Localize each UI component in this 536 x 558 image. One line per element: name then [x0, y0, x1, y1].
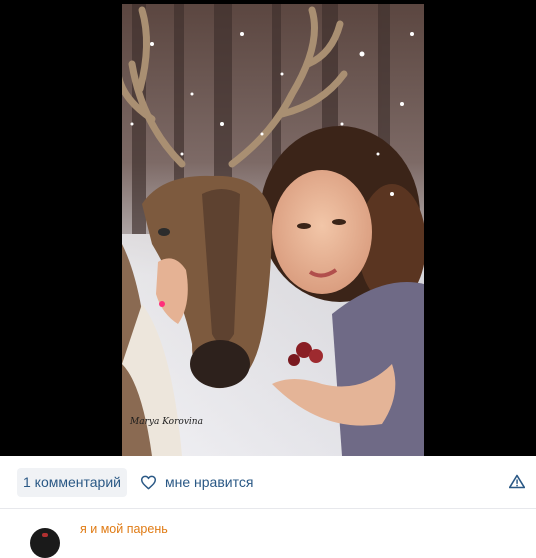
reindeer-photo[interactable]: Marya Korovina — [122, 4, 424, 456]
comment-item: я и мой парень — [0, 509, 536, 558]
like-label: мне нравится — [165, 474, 254, 490]
avatar[interactable] — [30, 528, 60, 558]
photo-viewer: Marya Korovina — [0, 0, 536, 456]
photo-action-bar: 1 комментарий мне нравится — [0, 456, 536, 509]
photo-watermark: Marya Korovina — [129, 417, 203, 427]
heart-outline-icon — [140, 475, 157, 490]
comment-text: я и мой парень — [80, 522, 168, 536]
comments-button[interactable]: 1 комментарий — [17, 468, 127, 497]
warning-triangle-icon[interactable] — [508, 474, 526, 494]
like-button[interactable]: мне нравится — [140, 468, 253, 497]
